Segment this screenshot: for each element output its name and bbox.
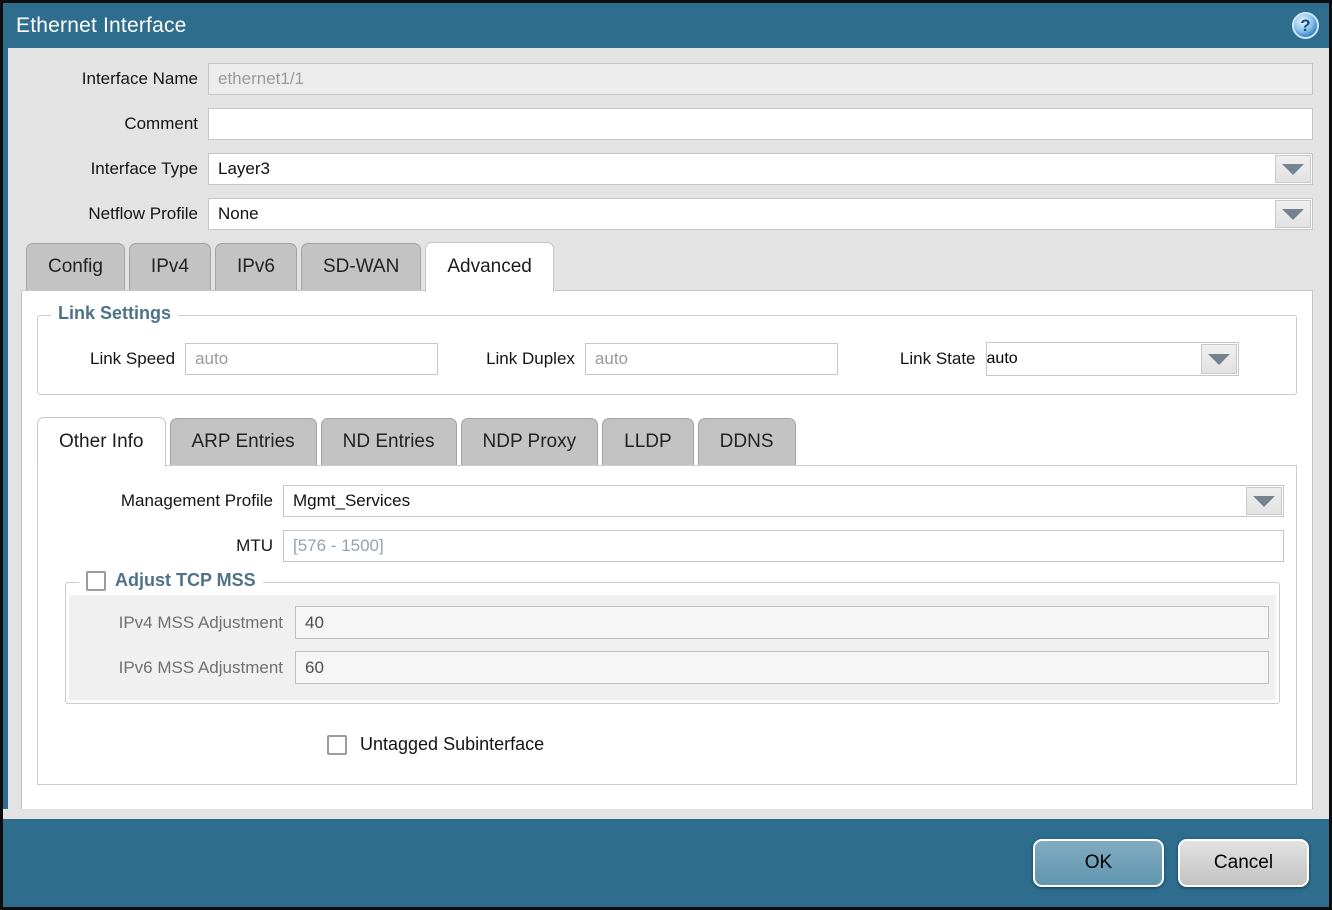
help-icon[interactable]: ? — [1292, 12, 1319, 39]
advanced-tab-panel: Link Settings Link Speed Link Duplex Lin… — [21, 290, 1313, 809]
link-state-dropdown[interactable]: auto — [986, 342, 1239, 376]
link-duplex-label: Link Duplex — [486, 349, 585, 369]
adjust-tcp-mss-fieldset: Adjust TCP MSS IPv4 MSS Adjustment IPv6 … — [65, 582, 1280, 704]
untagged-subinterface-checkbox[interactable] — [327, 735, 347, 755]
tab-ddns[interactable]: DDNS — [698, 418, 796, 465]
adjust-tcp-mss-title: Adjust TCP MSS — [115, 570, 256, 591]
interface-name-field — [208, 63, 1313, 95]
link-settings-legend: Link Settings — [51, 303, 178, 324]
tab-other-info[interactable]: Other Info — [37, 417, 166, 467]
ipv6-mss-row: IPv6 MSS Adjustment — [69, 651, 1276, 684]
link-settings-row: Link Speed Link Duplex Link State auto — [38, 342, 1296, 376]
tab-config[interactable]: Config — [26, 243, 125, 290]
mtu-label: MTU — [38, 536, 283, 556]
ipv6-mss-label: IPv6 MSS Adjustment — [69, 658, 295, 678]
ipv4-mss-label: IPv4 MSS Adjustment — [69, 613, 295, 633]
mtu-row: MTU — [38, 530, 1296, 562]
ipv6-mss-field — [295, 651, 1269, 684]
link-speed-label: Link Speed — [90, 349, 185, 369]
netflow-profile-label: Netflow Profile — [21, 204, 208, 224]
link-speed-field[interactable] — [185, 343, 438, 375]
dialog-body: Interface Name Comment Interface Type La… — [3, 48, 1329, 809]
ethernet-interface-dialog: Ethernet Interface ? Interface Name Comm… — [0, 0, 1332, 910]
interface-name-row: Interface Name — [21, 63, 1313, 95]
link-settings-title: Link Settings — [58, 303, 171, 324]
main-tab-bar: Config IPv4 IPv6 SD-WAN Advanced — [21, 242, 1313, 290]
ipv4-mss-row: IPv4 MSS Adjustment — [69, 606, 1276, 639]
netflow-profile-dropdown-button[interactable] — [1275, 200, 1311, 228]
cancel-button[interactable]: Cancel — [1178, 839, 1309, 887]
link-state-dropdown-button[interactable] — [1201, 344, 1237, 374]
adjust-tcp-mss-legend: Adjust TCP MSS — [79, 570, 263, 591]
management-profile-dropdown[interactable]: Mgmt_Services — [283, 485, 1284, 517]
tab-sd-wan[interactable]: SD-WAN — [301, 243, 421, 290]
tab-advanced[interactable]: Advanced — [425, 242, 554, 292]
ok-button[interactable]: OK — [1033, 839, 1164, 887]
dialog-footer: OK Cancel — [3, 819, 1329, 907]
interface-type-dropdown[interactable]: Layer3 — [208, 153, 1313, 185]
dialog-titlebar: Ethernet Interface ? — [3, 3, 1329, 48]
comment-field[interactable] — [208, 108, 1313, 140]
interface-type-value: Layer3 — [209, 154, 1312, 184]
link-settings-fieldset: Link Settings Link Speed Link Duplex Lin… — [37, 315, 1297, 395]
tab-ndp-proxy[interactable]: NDP Proxy — [461, 418, 599, 465]
dialog-title: Ethernet Interface — [16, 14, 187, 38]
chevron-down-icon — [1282, 164, 1304, 175]
management-profile-label: Management Profile — [38, 491, 283, 511]
sub-tab-bar: Other Info ARP Entries ND Entries NDP Pr… — [37, 417, 1297, 465]
interface-type-dropdown-button[interactable] — [1275, 155, 1311, 183]
comment-row: Comment — [21, 108, 1313, 140]
management-profile-dropdown-button[interactable] — [1246, 487, 1282, 515]
mss-fields-box: IPv4 MSS Adjustment IPv6 MSS Adjustment — [69, 595, 1276, 700]
interface-type-row: Interface Type Layer3 — [21, 153, 1313, 185]
tab-nd-entries[interactable]: ND Entries — [321, 418, 457, 465]
tab-ipv6[interactable]: IPv6 — [215, 243, 297, 290]
link-state-label: Link State — [900, 349, 986, 369]
mtu-field[interactable] — [283, 530, 1284, 562]
netflow-profile-dropdown[interactable]: None — [208, 198, 1313, 230]
link-duplex-field[interactable] — [585, 343, 838, 375]
untagged-subinterface-label: Untagged Subinterface — [360, 734, 544, 755]
chevron-down-icon — [1282, 209, 1304, 220]
tab-ipv4[interactable]: IPv4 — [129, 243, 211, 290]
management-profile-row: Management Profile Mgmt_Services — [38, 485, 1296, 517]
interface-type-label: Interface Type — [21, 159, 208, 179]
untagged-subinterface-row: Untagged Subinterface — [327, 734, 1296, 755]
chevron-down-icon — [1253, 496, 1275, 507]
tab-arp-entries[interactable]: ARP Entries — [170, 418, 317, 465]
netflow-profile-row: Netflow Profile None — [21, 198, 1313, 230]
tab-lldp[interactable]: LLDP — [602, 418, 694, 465]
ipv4-mss-field — [295, 606, 1269, 639]
management-profile-value: Mgmt_Services — [284, 486, 1283, 516]
interface-name-label: Interface Name — [21, 69, 208, 89]
other-info-panel: Management Profile Mgmt_Services MTU — [37, 465, 1297, 785]
chevron-down-icon — [1208, 354, 1230, 365]
adjust-tcp-mss-checkbox[interactable] — [86, 571, 106, 591]
comment-label: Comment — [21, 114, 208, 134]
netflow-profile-value: None — [209, 199, 1312, 229]
